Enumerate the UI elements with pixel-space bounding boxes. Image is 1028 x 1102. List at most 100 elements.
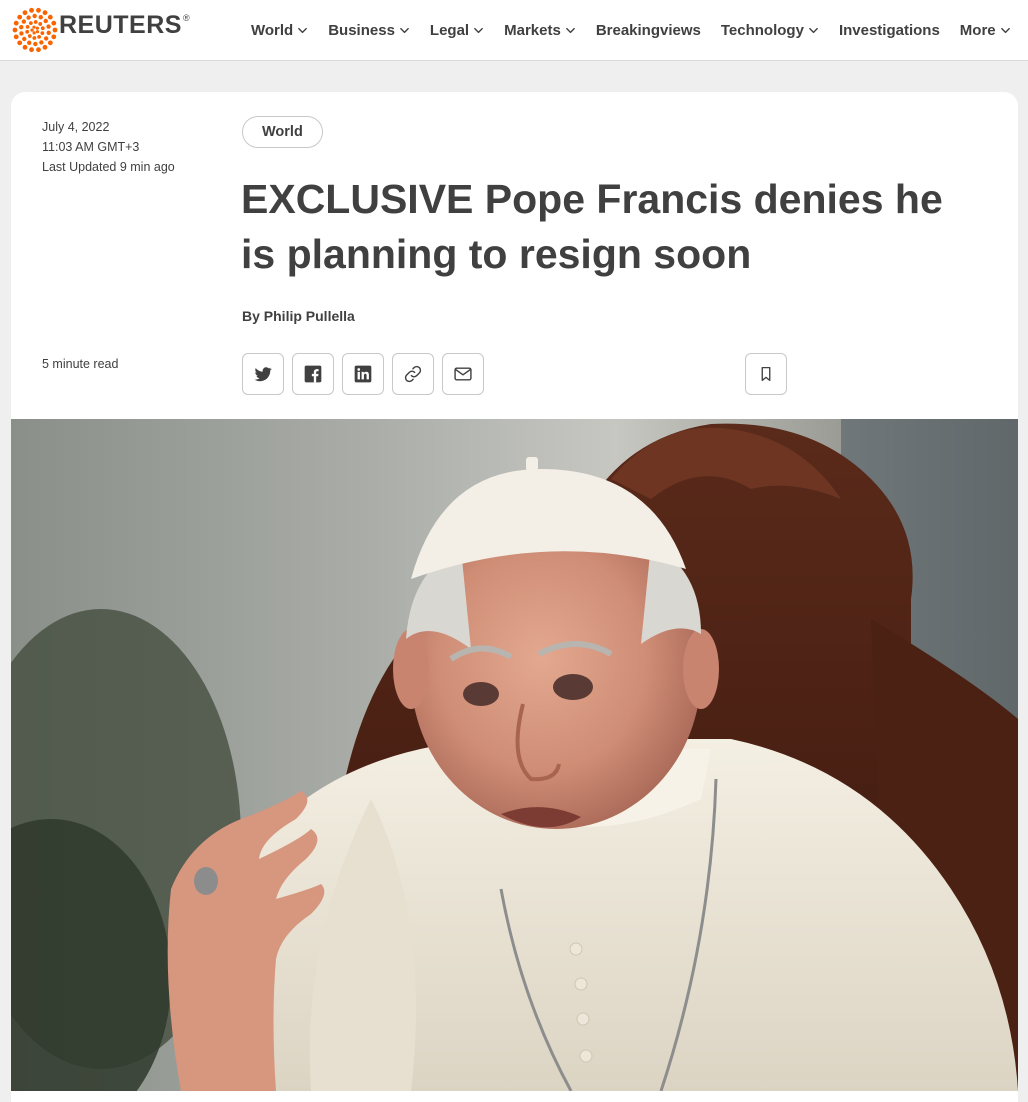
twitter-icon [254, 367, 272, 382]
logo-dot [17, 40, 23, 46]
article-headline: EXCLUSIVE Pope Francis denies he is plan… [241, 176, 943, 277]
logo-dot [21, 19, 27, 24]
read-time: 5 minute read [42, 357, 119, 371]
article-meta: July 4, 2022 11:03 AM GMT+3 Last Updated… [42, 117, 175, 177]
brand-name[interactable]: REUTERS® [59, 11, 190, 40]
linkedin-icon [354, 365, 372, 383]
logo-dot [33, 41, 38, 47]
share-linkedin-button[interactable] [342, 353, 384, 395]
email-icon [454, 367, 472, 381]
section-tag-world[interactable]: World [242, 116, 323, 148]
logo-dot [25, 29, 30, 34]
logo-dot [13, 20, 19, 26]
logo-dot [32, 25, 36, 29]
logo-dot [43, 36, 49, 41]
reuters-logo-icon [12, 7, 58, 53]
logo-dot [27, 40, 32, 45]
copy-link-button[interactable] [392, 353, 434, 395]
nav-item-world[interactable]: World [251, 22, 308, 39]
publish-time: 11:03 AM GMT+3 [42, 140, 140, 154]
share-bar [242, 353, 492, 395]
chevron-down-icon [399, 25, 410, 36]
logo-dot [35, 30, 40, 34]
logo-dot [32, 36, 37, 40]
facebook-icon [304, 365, 322, 383]
last-updated: Last Updated 9 min ago [42, 160, 175, 174]
brand-name-text: REUTERS [59, 11, 182, 39]
share-twitter-button[interactable] [242, 353, 284, 395]
logo-dot [43, 18, 48, 24]
chevron-down-icon [1000, 25, 1011, 36]
lead-photo[interactable] [11, 419, 1018, 1091]
reuters-logo[interactable] [10, 5, 60, 55]
bookmark-button[interactable] [745, 353, 787, 395]
logo-dot [37, 34, 42, 39]
main-nav: World Business Legal Markets Breakingviews Te… [251, 0, 1028, 60]
article-card: July 4, 2022 11:03 AM GMT+3 Last Updated… [11, 92, 1018, 1102]
nav-item-label: Breakingviews [595, 21, 701, 39]
chevron-down-icon [297, 25, 308, 36]
pope-francis-photo [11, 419, 1018, 1091]
logo-dot [29, 47, 34, 53]
logo-dot [36, 7, 41, 13]
logo-dot [27, 34, 32, 38]
logo-dot [38, 15, 43, 20]
logo-dot [29, 7, 34, 13]
nav-item-label: Legal [429, 21, 470, 39]
logo-dot [19, 25, 24, 30]
logo-dot [32, 13, 37, 19]
share-facebook-button[interactable] [292, 353, 334, 395]
logo-dot [47, 14, 53, 20]
chevron-down-icon [565, 25, 576, 36]
logo-dot [25, 24, 30, 29]
logo-dot [51, 34, 57, 40]
logo-dot [42, 44, 48, 50]
logo-dot [32, 31, 36, 35]
nav-item-label: Technology [720, 21, 804, 39]
logo-dot [46, 30, 51, 35]
chevron-down-icon [473, 25, 484, 36]
logo-dot [26, 15, 31, 20]
logo-dot [47, 40, 53, 46]
nav-item-investigations[interactable]: Investigations [839, 22, 940, 39]
logo-dot [46, 24, 51, 29]
nav-item-markets[interactable]: Markets [504, 22, 576, 39]
logo-dot [35, 26, 39, 30]
link-icon [404, 365, 422, 383]
logo-dot [36, 47, 41, 53]
nav-item-label: Markets [504, 21, 561, 39]
bookmark-icon [761, 366, 771, 382]
nav-item-more[interactable]: More [960, 22, 1011, 39]
logo-dot [19, 31, 24, 36]
logo-dot [22, 36, 27, 42]
nav-item-label: Investigations [838, 21, 940, 39]
logo-dot [40, 31, 45, 36]
logo-dot [17, 14, 23, 20]
logo-dot [22, 44, 28, 50]
logo-dot [42, 10, 48, 16]
logo-dot [33, 20, 38, 24]
byline[interactable]: By Philip Pullella [242, 308, 355, 324]
logo-dot [38, 22, 43, 26]
registered-mark: ® [182, 13, 191, 23]
nav-item-label: Business [328, 21, 395, 39]
logo-dot [22, 10, 28, 16]
nav-item-technology[interactable]: Technology [721, 22, 819, 39]
chevron-down-icon [808, 25, 819, 36]
logo-dot [52, 27, 58, 33]
site-header: REUTERS® World Business Legal Markets Breaki… [0, 0, 1028, 61]
logo-dot [28, 21, 33, 26]
nav-item-label: World [251, 21, 294, 39]
logo-dot [30, 28, 34, 32]
nav-item-label: More [959, 21, 996, 39]
nav-item-business[interactable]: Business [328, 22, 410, 39]
logo-dot [51, 20, 57, 26]
logo-dot [40, 26, 45, 31]
nav-item-legal[interactable]: Legal [430, 22, 484, 39]
logo-dot [13, 34, 19, 40]
nav-item-breakingviews[interactable]: Breakingviews [596, 22, 701, 39]
logo-dot [12, 27, 18, 33]
logo-dot [39, 40, 44, 45]
publish-date: July 4, 2022 [42, 120, 110, 134]
share-email-button[interactable] [442, 353, 484, 395]
